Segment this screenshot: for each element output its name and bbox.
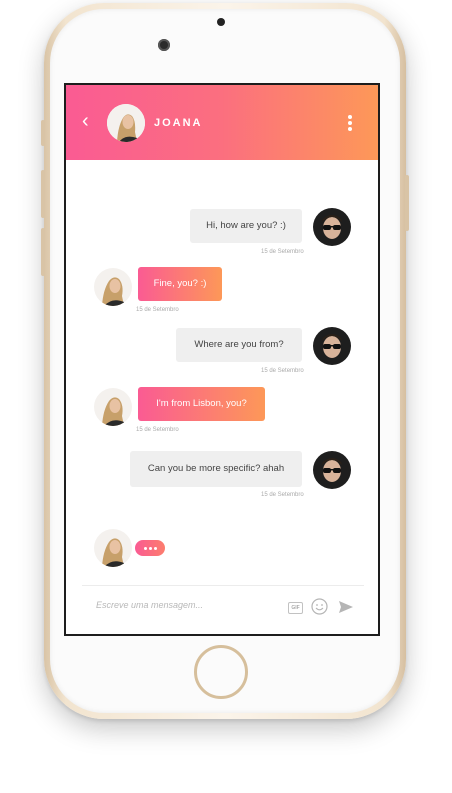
volume-up-button [41,170,45,218]
volume-down-button [41,228,45,276]
message-timestamp: 15 de Setembro [136,307,179,313]
user-avatar[interactable] [313,208,351,246]
chat-header: ‹ JOANA [66,85,378,160]
message-timestamp: 15 de Setembro [261,492,304,498]
composer-divider [82,585,364,586]
woman-avatar-icon [94,268,132,306]
woman-avatar-icon [94,529,132,567]
front-camera [158,39,170,51]
message-bubble-outgoing: Where are you from? [176,328,302,362]
earpiece-speaker [217,18,225,26]
send-icon[interactable] [338,600,354,614]
message-timestamp: 15 de Setembro [136,427,179,433]
smiley-icon[interactable] [311,598,328,615]
message-timestamp: 15 de Setembro [261,368,304,374]
message-input[interactable]: Escreve uma mensagem... [96,600,276,610]
contact-avatar[interactable] [107,104,145,142]
contact-avatar-small[interactable] [94,388,132,426]
gif-button[interactable]: GIF [288,602,303,614]
user-avatar[interactable] [313,327,351,365]
chat-screen: ‹ JOANA Hi, how are you? :) 15 de Setemb… [64,83,380,636]
man-avatar-icon [313,208,351,246]
home-button[interactable] [194,645,248,699]
contact-avatar-small[interactable] [94,268,132,306]
user-avatar[interactable] [313,451,351,489]
message-timestamp: 15 de Setembro [261,249,304,255]
mute-switch [41,120,45,146]
message-bubble-incoming: Fine, you? :) [138,267,222,301]
contact-name: JOANA [154,117,203,129]
woman-avatar-icon [107,104,145,142]
back-icon[interactable]: ‹ [82,111,89,131]
more-options-icon[interactable] [346,115,354,135]
message-bubble-outgoing: Hi, how are you? :) [190,209,302,243]
message-bubble-outgoing: Can you be more specific? ahah [130,451,302,487]
power-button [405,175,409,231]
man-avatar-icon [313,327,351,365]
message-bubble-incoming: I'm from Lisbon, you? [138,387,265,421]
typing-dots-icon [135,540,165,556]
contact-avatar-small[interactable] [94,529,132,567]
woman-avatar-icon [94,388,132,426]
man-avatar-icon [313,451,351,489]
